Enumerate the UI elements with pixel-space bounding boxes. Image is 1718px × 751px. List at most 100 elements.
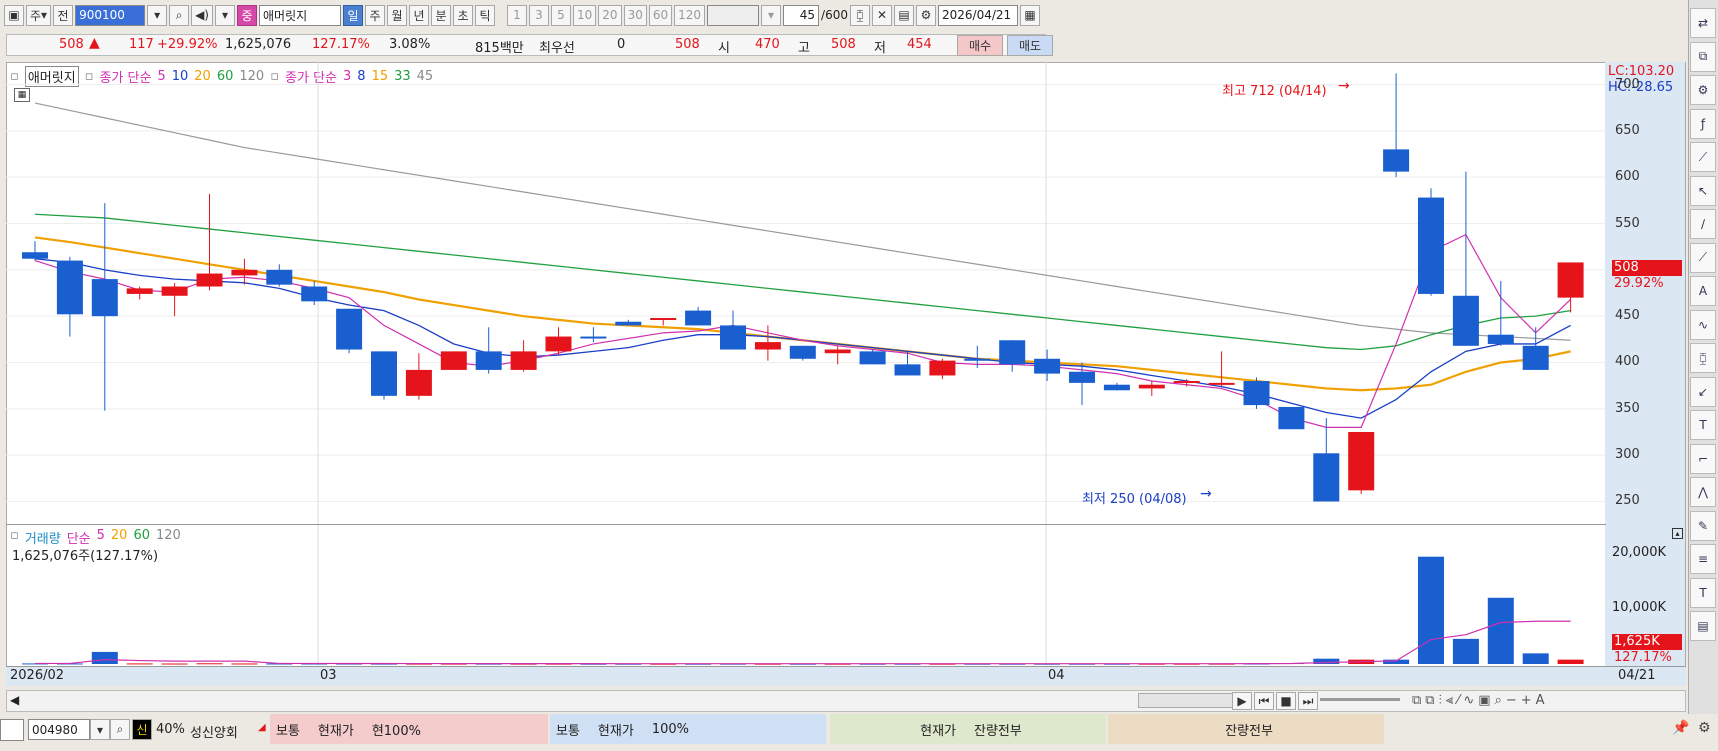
sell-order-panel[interactable]: 보통 현재가 100% <box>550 714 826 744</box>
bar-tool-icon[interactable]: ⫷ <box>1446 693 1453 708</box>
all-icon[interactable]: ≡ <box>1690 544 1716 574</box>
line-tool-icon[interactable]: ⁄ <box>1457 693 1459 708</box>
gear-icon[interactable]: ⚙ <box>1690 75 1716 105</box>
price-ytick: 550 <box>1615 215 1640 231</box>
candle-body <box>161 286 188 296</box>
candle-body <box>1348 431 1375 491</box>
xlabel-last: 04/21 <box>1618 668 1656 683</box>
layout-2-icon[interactable]: ⧉ <box>1425 693 1434 708</box>
candle-body <box>1208 382 1235 385</box>
wave-tool-icon[interactable]: ∿ <box>1463 693 1474 708</box>
modify-order-panel[interactable]: 현재가 잔량전부 <box>830 714 1106 744</box>
auto-icon[interactable]: A <box>1690 276 1716 306</box>
bottom-code-dropdown-icon[interactable]: ▾ <box>90 719 110 740</box>
volume-bar <box>1557 659 1584 664</box>
price-ytick: 400 <box>1615 354 1640 370</box>
speed-slider[interactable] <box>1320 698 1400 701</box>
panel-collapse-icon[interactable]: ▴ <box>1672 528 1683 539</box>
chart-line-icon[interactable]: ⟋ <box>1690 242 1716 273</box>
xlabel-mar: 03 <box>320 668 337 683</box>
rewind-icon[interactable]: ⏮ <box>1254 692 1274 710</box>
scrollbar-thumb[interactable] <box>1138 693 1234 708</box>
candle-body <box>720 325 746 350</box>
candle-body <box>615 321 642 326</box>
candle-tool-icon[interactable]: ⫶ <box>1439 693 1442 708</box>
text-box-icon[interactable]: T <box>1690 577 1716 608</box>
layout-1-icon[interactable]: ⧉ <box>1412 693 1421 708</box>
text-tool-icon[interactable]: A <box>1536 693 1545 708</box>
bottom-gear-icon[interactable]: ⚙ <box>1698 720 1711 736</box>
fast-forward-icon[interactable]: ⏭ <box>1298 692 1318 710</box>
candle-body <box>685 310 712 326</box>
price-ytick: 300 <box>1615 447 1640 463</box>
price-ytick: 450 <box>1615 308 1640 324</box>
bottom-code-input[interactable]: 004980 <box>28 719 90 740</box>
text-icon[interactable]: T <box>1690 410 1716 440</box>
volume-ma-120: 120 <box>156 528 181 543</box>
image-tool-icon[interactable]: ▣ <box>1478 693 1490 708</box>
buy-order-qty: 현100% <box>371 723 421 739</box>
buy-order-panel[interactable]: 보통 현재가 현100% <box>270 714 548 744</box>
stop-icon[interactable]: ■ <box>1276 692 1296 710</box>
ma5-line <box>34 233 1572 428</box>
candle-body <box>301 286 328 302</box>
candle-body <box>894 364 921 376</box>
bottom-stock-name[interactable]: 성신양회 <box>190 722 238 741</box>
candle-body <box>1173 381 1200 384</box>
candle-body <box>999 340 1026 365</box>
arrow-icon[interactable]: ↙ <box>1690 376 1716 407</box>
candle-body <box>56 260 83 315</box>
line-icon[interactable]: ∕ <box>1690 209 1716 239</box>
candle-body <box>196 273 223 287</box>
formula-icon[interactable]: ƒ <box>1690 108 1716 139</box>
panel-divider[interactable] <box>6 524 1606 525</box>
candle-body <box>266 269 293 285</box>
xlabel-apr: 04 <box>1048 668 1065 683</box>
window-icon[interactable]: ⧉ <box>1690 41 1716 72</box>
candle-body <box>1383 149 1410 172</box>
zoom-out-icon[interactable]: − <box>1506 693 1517 708</box>
volume-bar <box>196 663 223 665</box>
ma20-line <box>34 236 1571 392</box>
fork-icon[interactable]: ⋀ <box>1690 477 1716 507</box>
candle-body <box>545 336 572 352</box>
scroll-left-icon[interactable]: ◀ <box>10 693 19 707</box>
cursor-icon[interactable]: ↖ <box>1690 175 1716 206</box>
zoom-icon[interactable]: ⌕ <box>1495 693 1502 708</box>
sell-order-price: 현재가 <box>597 723 634 739</box>
trend-icon[interactable]: ⟋ <box>1690 142 1716 172</box>
vol-ytick-20000: 20,000K <box>1612 545 1667 560</box>
pin-icon[interactable]: 📌 <box>1672 720 1689 736</box>
candle-body <box>231 269 258 276</box>
candle-icon[interactable]: ⧮ <box>1690 343 1716 373</box>
low-note: 최저 250 (04/08) <box>1082 492 1187 507</box>
buy-order-price: 현재가 <box>317 723 354 739</box>
zoom-in-icon[interactable]: + <box>1521 693 1532 708</box>
pen-icon[interactable]: ✎ <box>1690 510 1716 541</box>
sell-order-type: 보통 <box>556 723 580 739</box>
volume-bar <box>231 663 258 665</box>
cancel-order-panel[interactable]: 잔량전부 <box>1108 714 1384 744</box>
zigzag-icon[interactable]: ∿ <box>1690 309 1716 340</box>
ma10-line <box>34 258 1571 419</box>
play-icon[interactable]: ▶ <box>1232 692 1252 710</box>
ma120-line <box>34 102 1571 341</box>
candle-body <box>964 358 991 361</box>
volume-bar <box>126 663 153 665</box>
x-axis <box>6 666 1686 686</box>
bottom-blank-input[interactable] <box>0 719 24 741</box>
high-arrow-icon: → <box>1338 78 1350 94</box>
bottom-search-icon[interactable]: ⌕ <box>110 719 130 740</box>
bracket-icon[interactable]: ⌐ <box>1690 443 1716 474</box>
candle-body <box>1243 381 1270 406</box>
ruler-icon[interactable]: ⇄ <box>1690 8 1716 38</box>
candle-body <box>405 369 432 396</box>
price-ytick: 600 <box>1615 169 1640 185</box>
candle-body <box>126 288 153 294</box>
candle-body <box>859 351 886 365</box>
credit-badge: 신 <box>132 719 152 740</box>
candle-body <box>754 342 781 350</box>
candle-body <box>91 279 118 317</box>
grid-icon[interactable]: ▤ <box>1690 611 1716 641</box>
low-arrow-icon: → <box>1200 486 1212 502</box>
